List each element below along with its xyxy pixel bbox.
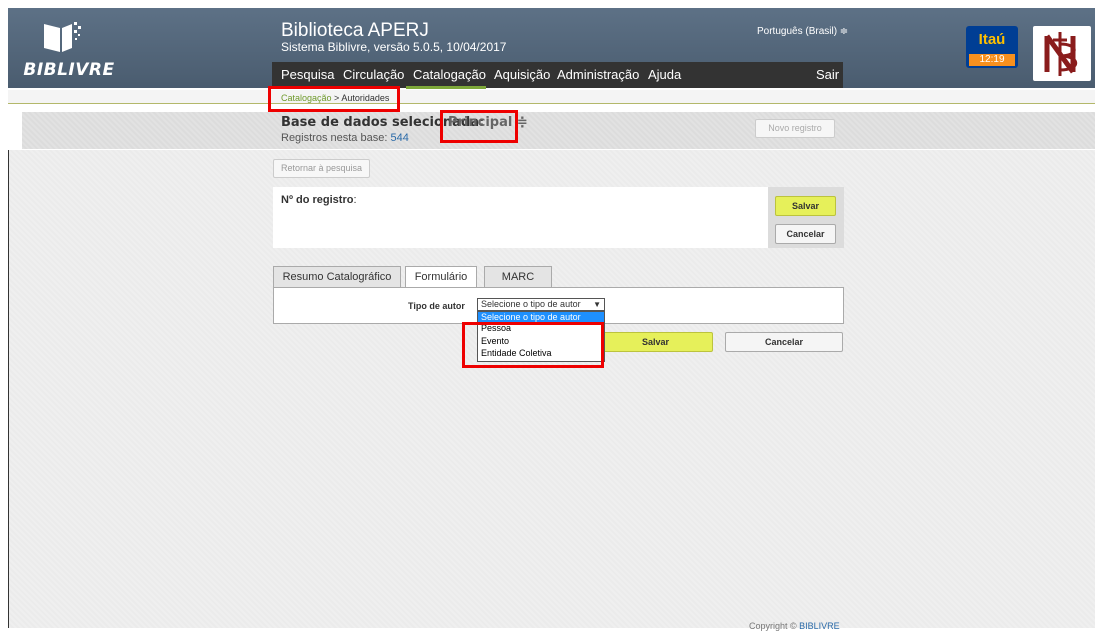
record-count: Registros nesta base: 544	[281, 132, 409, 144]
save-button-top[interactable]: Salvar	[775, 196, 836, 216]
footer: Copyright © BIBLIVRE	[749, 621, 840, 631]
author-type-select-value: Selecione o tipo de autor	[481, 299, 581, 309]
menu-administracao[interactable]: Administração	[557, 67, 639, 82]
record-number-label: Nº do registro:	[281, 194, 357, 206]
crest-monogram-icon	[1044, 32, 1078, 76]
menu-ajuda[interactable]: Ajuda	[648, 67, 681, 82]
footer-link[interactable]: BIBLIVRE	[799, 621, 840, 631]
cancel-button-bottom[interactable]: Cancelar	[725, 332, 843, 352]
tab-formulario[interactable]: Formulário	[405, 266, 477, 288]
highlight-database	[440, 110, 518, 143]
record-count-label: Registros nesta base:	[281, 132, 391, 144]
library-title: Biblioteca APERJ	[281, 20, 429, 41]
logout-button[interactable]: Sair	[816, 67, 839, 82]
tab-resumo-catalografico[interactable]: Resumo Catalográfico	[273, 266, 401, 287]
menu-pesquisa[interactable]: Pesquisa	[281, 67, 334, 82]
highlight-dropdown-options	[462, 322, 604, 368]
record-number-colon: :	[353, 194, 357, 206]
record-number-label-text: Nº do registro	[281, 194, 354, 206]
breadcrumb-bar	[8, 90, 1095, 104]
dropdown-arrow-icon: ▼	[593, 300, 601, 309]
new-record-button[interactable]: Novo registro	[755, 119, 835, 138]
cancel-button-top[interactable]: Cancelar	[775, 224, 836, 244]
database-bar	[22, 112, 1095, 149]
back-to-search-button[interactable]: Retornar à pesquisa	[273, 159, 370, 178]
institution-crest	[1033, 26, 1091, 81]
itau-time: 12:19	[969, 54, 1015, 66]
system-version: Sistema Biblivre, versão 5.0.5, 10/04/20…	[281, 40, 507, 54]
save-button-bottom[interactable]: Salvar	[598, 332, 713, 352]
record-count-value: 544	[390, 132, 409, 144]
active-menu-indicator	[406, 86, 486, 89]
author-type-select[interactable]: Selecione o tipo de autor ▼	[477, 298, 605, 311]
logo-text: BIBLIVRE	[23, 60, 115, 80]
itau-label: Itaú	[978, 31, 1006, 48]
tab-marc[interactable]: MARC	[484, 266, 552, 287]
menu-aquisicao[interactable]: Aquisição	[494, 67, 550, 82]
language-select[interactable]: Português (Brasil) ≑	[757, 26, 848, 37]
highlight-breadcrumb	[268, 86, 400, 112]
biblivre-logo-icon	[44, 22, 81, 52]
menu-catalogacao[interactable]: Catalogação	[413, 67, 486, 82]
footer-text: Copyright ©	[749, 621, 800, 631]
author-type-label: Tipo de autor	[408, 301, 465, 311]
menu-circulacao[interactable]: Circulação	[343, 67, 404, 82]
